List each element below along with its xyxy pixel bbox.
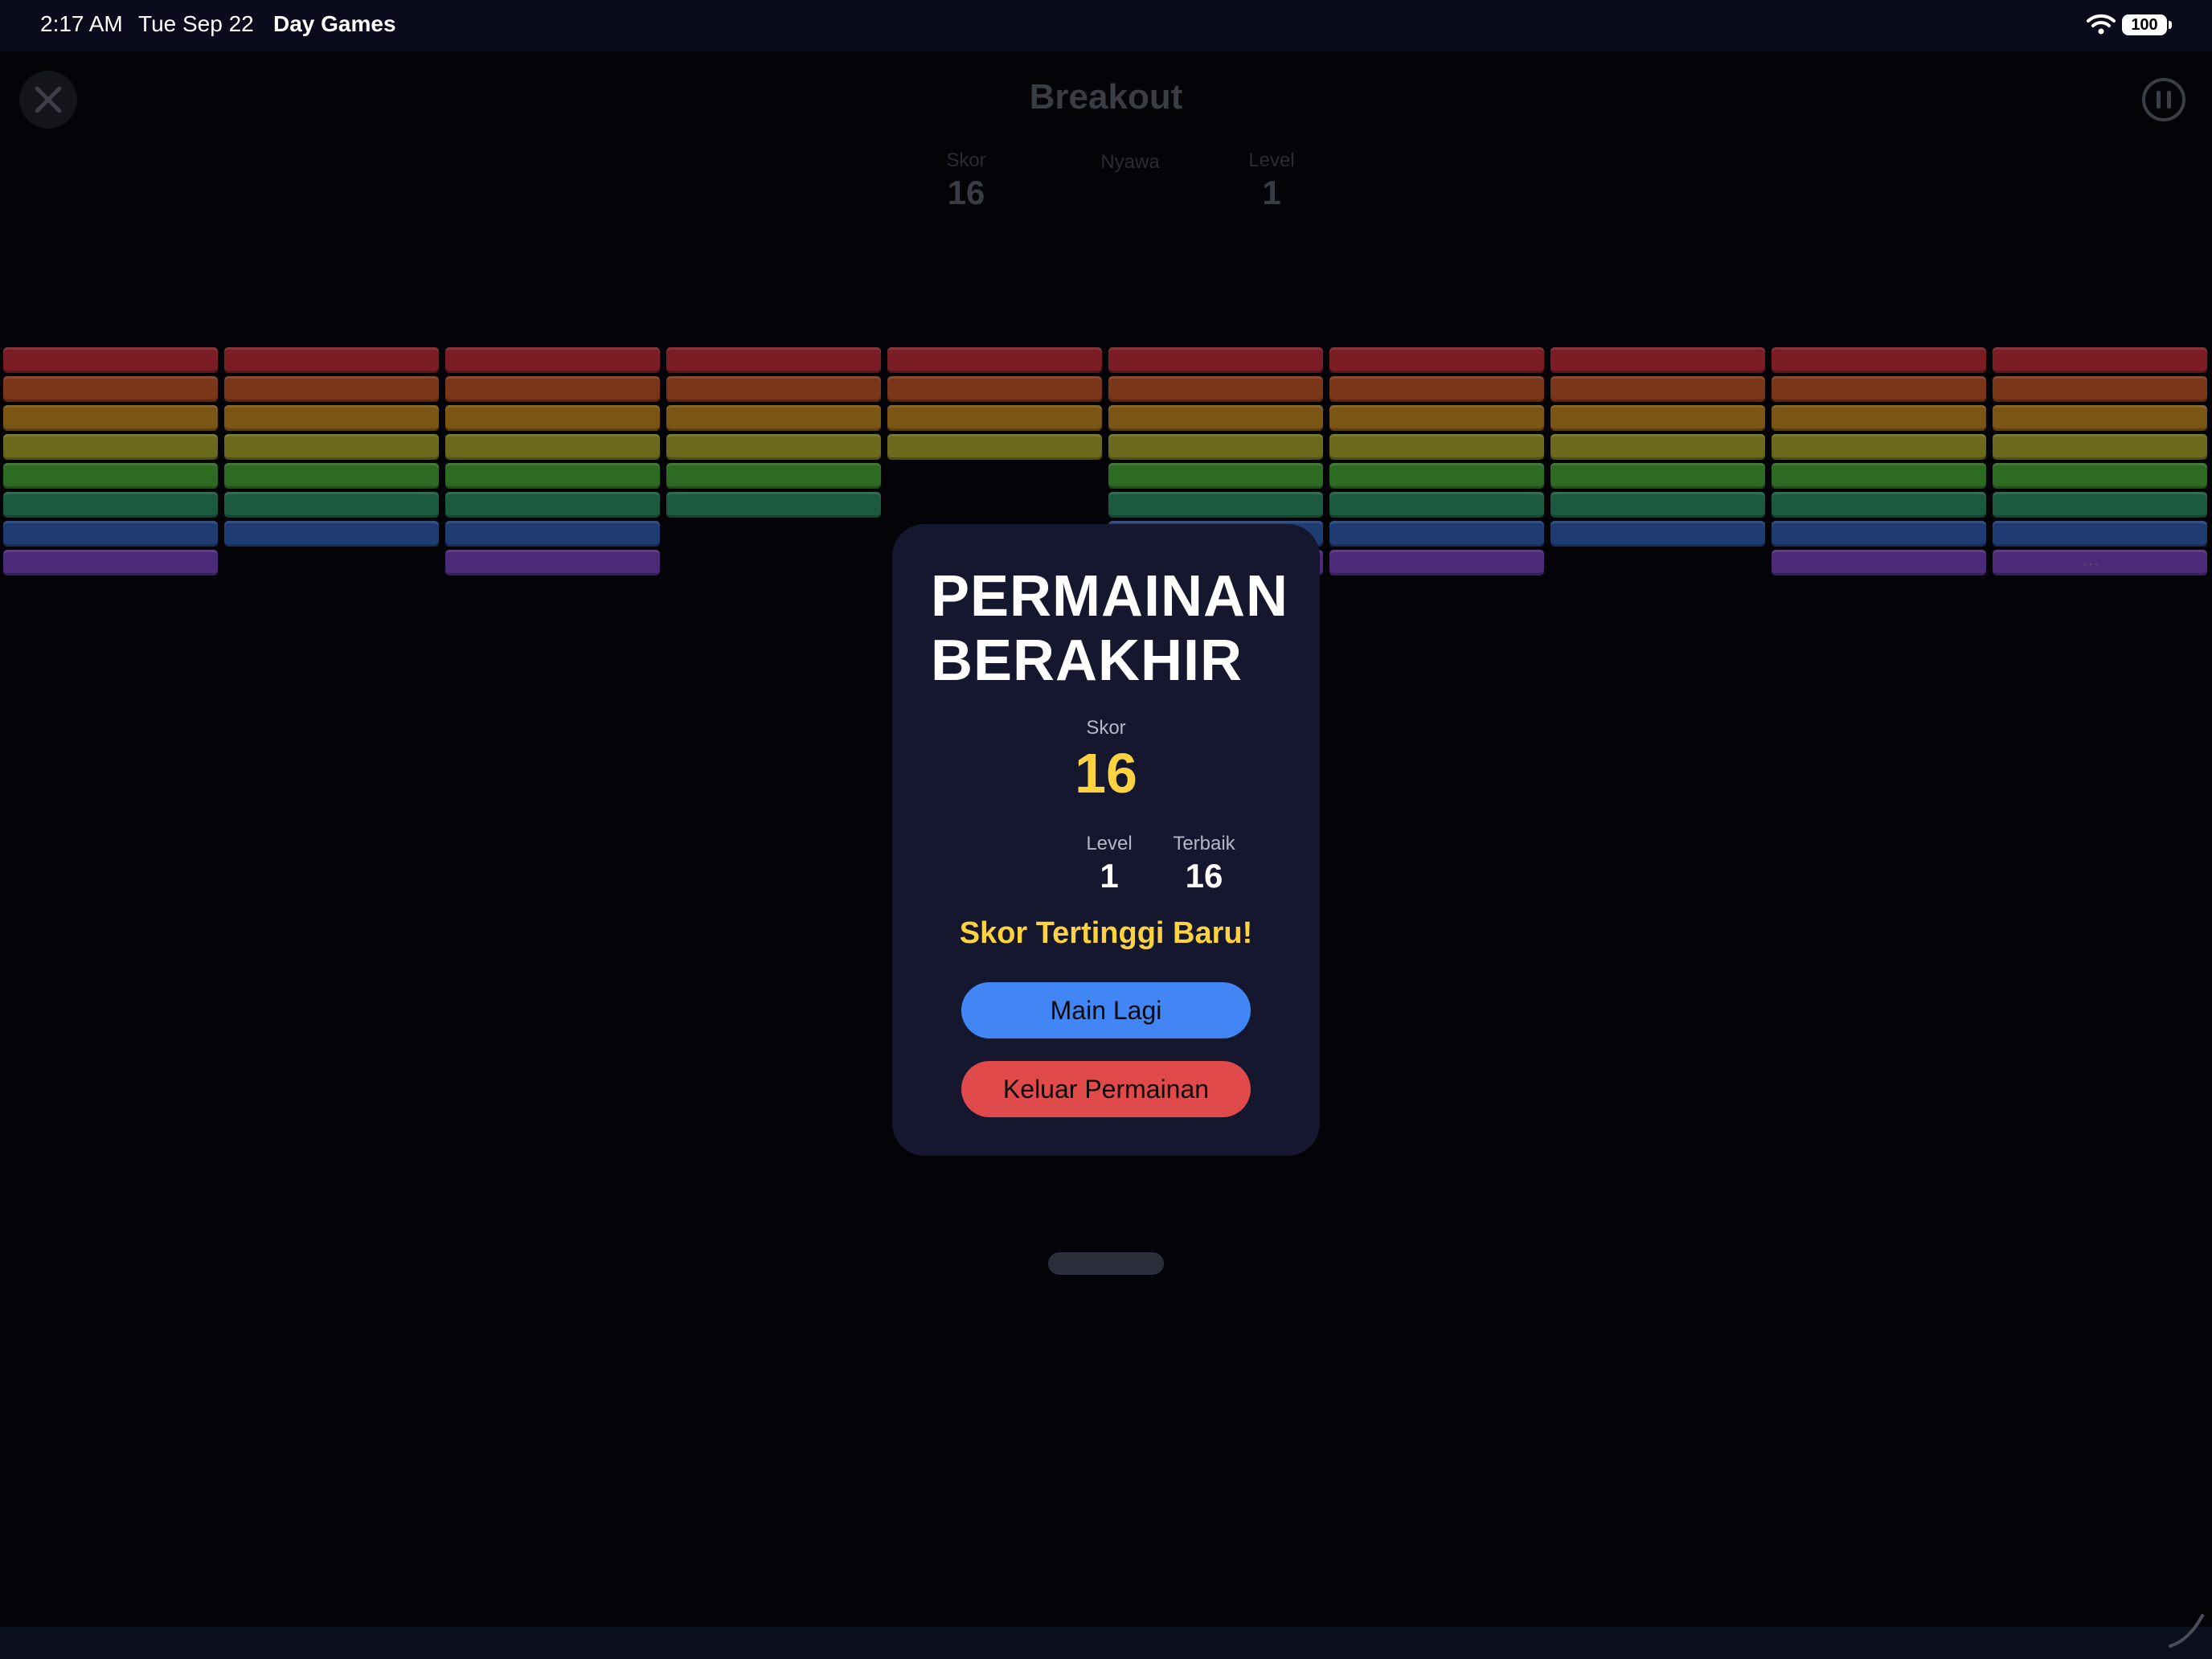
brick [1108,347,1323,373]
brick [666,492,881,518]
brick [224,492,439,518]
brick [887,405,1102,431]
scribble-icon [2169,1614,2204,1648]
brick [1772,405,1986,431]
game-over-modal: PERMAINAN BERAKHIR Skor 16 Level 1 Terba… [892,524,1320,1156]
brick [1772,463,1986,489]
brick [1550,492,1765,518]
brick [1329,434,1544,460]
brick [3,347,218,373]
new-highscore-message: Skor Tertinggi Baru! [959,916,1253,950]
modal-best-value: 16 [1185,857,1223,895]
bottom-strip [0,1627,2212,1659]
brick [1550,434,1765,460]
hud-score-label: Skor [946,150,986,171]
brick [1772,434,1986,460]
wifi-icon [2087,14,2116,35]
brick [1329,521,1544,547]
modal-title: PERMAINAN BERAKHIR [931,564,1289,693]
close-icon [35,86,62,113]
brick [1550,521,1765,547]
hud-lives-label: Nyawa [1100,151,1160,173]
status-time: 2:17 AM [40,11,123,36]
brick [1772,550,1986,576]
brick [1329,550,1544,576]
brick [1550,376,1765,402]
brick [3,492,218,518]
brick [445,492,660,518]
brick [1772,376,1986,402]
brick [445,405,660,431]
brick [1108,434,1323,460]
brick [1772,347,1986,373]
brick [3,434,218,460]
status-date: Tue Sep 22 [138,11,254,36]
close-button[interactable] [19,71,77,129]
brick [1993,492,2207,518]
status-bar: 2:17 AM Tue Sep 22 Day Games 100 [0,0,2212,51]
brick [1108,463,1323,489]
modal-score-value: 16 [1075,742,1137,805]
game-title: Breakout [1029,77,1183,117]
brick [445,521,660,547]
brick [887,434,1102,460]
hud-level-value: 1 [1262,174,1281,211]
brick [1108,492,1323,518]
brick [1993,550,2207,576]
hud-score-value: 16 [947,174,985,211]
brick [224,434,439,460]
brick [666,376,881,402]
brick [666,463,881,489]
brick [887,376,1102,402]
brick [1550,347,1765,373]
brick [1329,463,1544,489]
brick [3,463,218,489]
exit-game-button[interactable]: Keluar Permainan [961,1061,1251,1117]
battery-icon: 100 [2122,14,2167,35]
brick [1108,405,1323,431]
brick [1993,434,2207,460]
brick [224,376,439,402]
hud-level-label: Level [1248,150,1295,171]
brick [666,347,881,373]
brick [224,347,439,373]
play-again-button[interactable]: Main Lagi [961,982,1251,1038]
brick [887,347,1102,373]
brick [1550,405,1765,431]
paddle[interactable] [1048,1252,1164,1275]
brick [1772,492,1986,518]
brick [445,376,660,402]
dots-indicator: ··· [2082,553,2099,573]
brick [1329,376,1544,402]
brick [1329,492,1544,518]
brick [224,463,439,489]
brick [1329,405,1544,431]
brick [1550,463,1765,489]
brick [1993,521,2207,547]
battery-tip [2169,21,2172,29]
brick [445,463,660,489]
modal-score-label: Skor [1086,717,1126,739]
pause-icon[interactable] [2141,77,2186,122]
brick [445,347,660,373]
brick [3,405,218,431]
brick [1772,521,1986,547]
brick [1993,463,2207,489]
brick [3,376,218,402]
brick [3,521,218,547]
modal-best-label: Terbaik [1173,833,1235,854]
brick [1993,405,2207,431]
brick [1993,347,2207,373]
brick [666,405,881,431]
brick [445,434,660,460]
brick [1329,347,1544,373]
brick [3,550,218,576]
brick [1993,376,2207,402]
brick [224,521,439,547]
brick [666,434,881,460]
brick [224,405,439,431]
status-app-name: Day Games [273,11,396,36]
brick [1108,376,1323,402]
brick [445,550,660,576]
